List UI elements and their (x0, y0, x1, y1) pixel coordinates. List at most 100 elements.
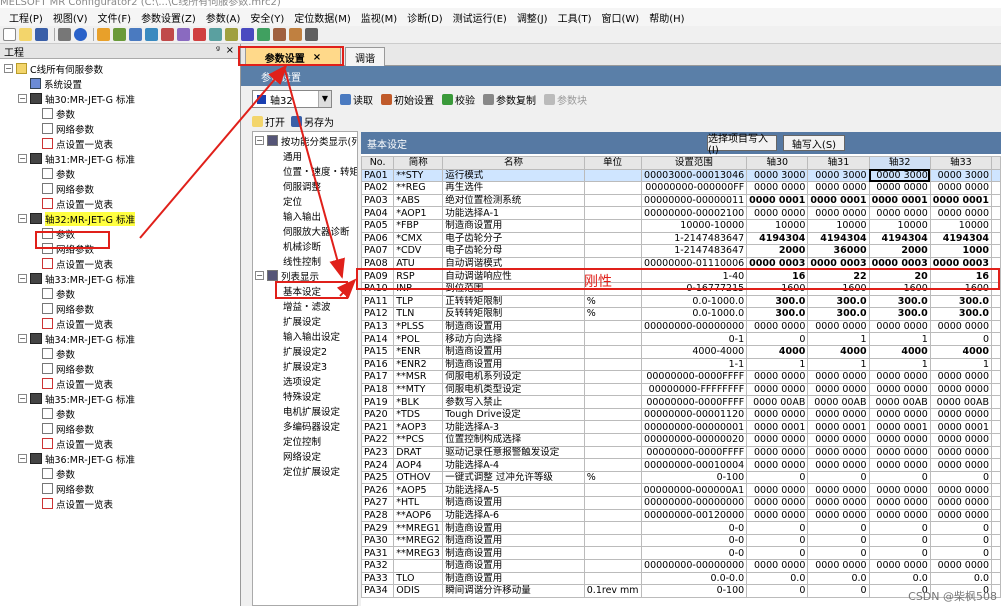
table-cell[interactable]: 0000 0000 (746, 445, 809, 460)
param-block-button[interactable]: 参数块 (544, 92, 587, 107)
menu-item[interactable]: 工程(P) (4, 10, 48, 25)
table-cell[interactable]: 0 (807, 546, 870, 560)
monitor-icon[interactable] (129, 28, 142, 41)
new-icon[interactable] (3, 28, 16, 41)
table-cell[interactable]: 300.0 (929, 307, 992, 321)
table-cell[interactable]: 0 (746, 546, 809, 560)
table-row[interactable]: PA27 *HTL 制造商设置用 00000000-00000000 0000 0000… (361, 496, 1001, 510)
tree-axis-child[interactable]: 网络参数 (42, 301, 94, 316)
table-cell[interactable]: 1 (746, 357, 809, 372)
tree-axis[interactable]: − 轴32:MR-JET-G 标准 (18, 211, 136, 226)
menu-item[interactable]: 视图(V) (48, 10, 93, 25)
tree-axis-child[interactable]: 参数 (42, 346, 75, 361)
table-cell[interactable]: 4000 (929, 344, 992, 359)
table-cell[interactable]: 0000 0000 (807, 181, 870, 195)
help-icon[interactable] (74, 28, 87, 41)
tree-axis-child[interactable]: 点设置一览表 (42, 436, 113, 451)
table-cell[interactable]: 1600 (868, 281, 931, 296)
category-item[interactable]: 选项设定 (283, 373, 321, 388)
table-cell[interactable]: 300.0 (746, 294, 809, 309)
table-cell[interactable]: 1600 (807, 281, 870, 296)
tree-axis[interactable]: − 轴33:MR-JET-G 标准 (18, 271, 135, 286)
table-cell[interactable]: 0 (929, 332, 992, 346)
table-cell[interactable]: 1600 (746, 281, 809, 296)
axis-select[interactable]: 轴32 ▼ (252, 90, 332, 108)
table-cell[interactable]: 4194304 (746, 231, 809, 246)
table-cell[interactable]: 0 (807, 470, 870, 485)
table-cell[interactable]: 0000 0001 (929, 193, 992, 208)
category-item[interactable]: 基本设定 (283, 283, 321, 298)
table-cell[interactable]: 0000 0000 (746, 206, 809, 220)
category-item[interactable]: 多编码器设定 (283, 418, 340, 433)
table-cell[interactable]: 0 (929, 546, 992, 560)
table-cell[interactable]: 10000 (868, 218, 931, 233)
table-row[interactable]: PA12 TLN 反转转矩限制% 0.0-1000.0 300.0 300.0 300.0 3… (361, 307, 1001, 321)
collapse-icon[interactable]: − (18, 94, 27, 103)
table-cell[interactable]: 2000 (746, 244, 809, 258)
table-cell[interactable]: 20 (868, 269, 931, 283)
table-cell[interactable]: 0000 0001 (807, 193, 870, 208)
tree-axis[interactable]: − 轴34:MR-JET-G 标准 (18, 331, 135, 346)
category-item[interactable]: 扩展设定3 (283, 358, 327, 373)
category-item[interactable]: 线性控制 (283, 253, 321, 268)
table-cell[interactable]: 0 (868, 470, 931, 485)
table-cell[interactable]: 0000 0000 (868, 382, 931, 397)
table-row[interactable]: PA31 **MREG3 制造商设置用 0-0 0 0 0 0 (361, 546, 1001, 560)
connect-icon[interactable] (113, 28, 126, 41)
table-cell[interactable]: 16 (746, 269, 809, 283)
table-row[interactable]: PA29 **MREG1 制造商设置用 0-0 0 0 0 0 (361, 521, 1001, 535)
table-row[interactable]: PA15 *ENR 制造商设置用 4000-4000 4000 4000 4000 4000 (361, 344, 1001, 359)
table-cell[interactable]: 10000 (929, 218, 992, 233)
table-cell[interactable]: 0000 0000 (746, 559, 809, 573)
table-row[interactable]: PA34 ODIS 瞬间调谐分许移动量 0.1rev mm 0-100 0 0 0 0 (361, 584, 1001, 598)
table-cell[interactable]: 0000 0000 (746, 508, 809, 523)
chevron-down-icon[interactable]: ▼ (318, 91, 331, 107)
tree-axis-child[interactable]: 点设置一览表 (42, 196, 113, 211)
table-cell[interactable]: 4194304 (807, 231, 870, 246)
table-cell[interactable]: 0000 0003 (868, 256, 931, 271)
table-cell[interactable]: 0000 0000 (807, 433, 870, 447)
category-item[interactable]: 输入输出 (283, 208, 321, 223)
tree-axis[interactable]: − 轴35:MR-JET-G 标准 (18, 391, 135, 406)
table-row[interactable]: PA07 *CDV 电子齿轮分母 1-2147483647 2000 36000 2000 1… (361, 244, 1001, 258)
table-cell[interactable]: 0000 0000 (746, 496, 809, 510)
table-cell[interactable]: 0000 0000 (929, 508, 992, 523)
table-cell[interactable]: 0.0 (746, 571, 809, 586)
table-cell[interactable]: 16 (929, 269, 992, 283)
table-cell[interactable]: 300.0 (868, 307, 931, 321)
menu-item[interactable]: 参数设置(Z) (136, 10, 201, 25)
motor-icon[interactable] (289, 28, 302, 41)
axis-write-button[interactable]: 轴写入(S) (783, 135, 845, 151)
table-cell[interactable]: 0000 0000 (868, 370, 931, 384)
table-row[interactable]: PA24 AOP4 功能选择A-4 00000000-00010004 0000 000… (361, 458, 1001, 472)
table-cell[interactable]: 0 (807, 584, 870, 598)
category-group-list[interactable]: − 列表显示 (255, 268, 319, 283)
window-icon[interactable] (305, 28, 318, 41)
menu-item[interactable]: 文件(F) (93, 10, 137, 25)
table-row[interactable]: PA28 **AOP6 功能选择A-6 00000000-00120000 0000 0… (361, 508, 1001, 523)
save-as-button[interactable]: 另存为 (291, 114, 334, 129)
table-row[interactable]: PA02 **REG 再生选件 00000000-000000FF 0000 0000 0… (361, 181, 1001, 195)
graph-icon[interactable] (161, 28, 174, 41)
table-cell[interactable]: 0000 0001 (929, 420, 992, 435)
table-cell[interactable]: 0000 0000 (929, 458, 992, 472)
table-cell[interactable]: 1 (868, 357, 931, 372)
table-cell[interactable]: 0000 0000 (746, 319, 809, 334)
table-cell[interactable]: 0 (929, 470, 992, 485)
wave-icon[interactable] (257, 28, 270, 41)
test-icon[interactable] (225, 28, 238, 41)
table-cell[interactable]: 4000 (807, 344, 870, 359)
table-cell[interactable]: 0000 0000 (868, 483, 931, 498)
menu-item[interactable]: 工具(T) (553, 10, 597, 25)
pin-icon[interactable]: ᵍ (216, 45, 220, 56)
tree-axis[interactable]: − 轴36:MR-JET-G 标准 (18, 451, 135, 466)
table-row[interactable]: PA06 *CMX 电子齿轮分子 1-2147483647 4194304 4194304… (361, 231, 1001, 246)
table-row[interactable]: PA14 *POL 移动方向选择 0-1 0 1 1 0 (361, 332, 1001, 346)
diagnose-icon[interactable] (209, 28, 222, 41)
table-cell[interactable]: 300.0 (807, 307, 870, 321)
setup-icon[interactable] (97, 28, 110, 41)
table-cell[interactable]: 10000 (746, 218, 809, 233)
table-row[interactable]: PA08 ATU 自动调谐模式 00000000-01110006 0000 0003 0… (361, 256, 1001, 271)
tuning-icon[interactable] (241, 28, 254, 41)
table-cell[interactable]: 0000 0000 (929, 433, 992, 447)
